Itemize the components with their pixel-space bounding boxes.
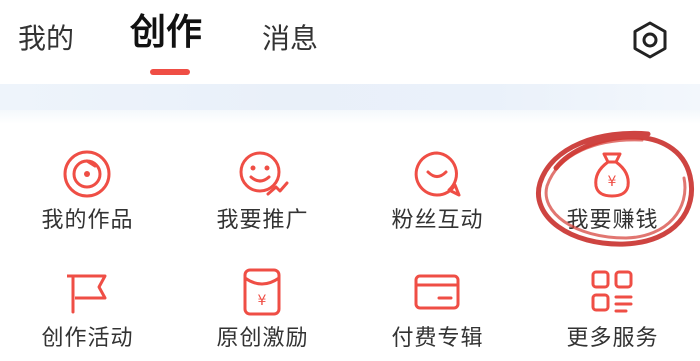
grid-item-label: 粉丝互动 [391, 208, 484, 233]
money-bag-icon: ¥ [594, 152, 630, 198]
red-envelope-icon: ¥ [243, 268, 281, 316]
grid-item-creation-events[interactable]: 创作活动 [0, 246, 175, 356]
tab-create[interactable]: 创作 [130, 15, 202, 51]
grid-item-label: 我要推广 [216, 208, 309, 233]
svg-text:¥: ¥ [608, 174, 617, 190]
flag-icon [67, 274, 107, 314]
grid-item-label: 我的作品 [41, 208, 134, 233]
card-icon [414, 274, 460, 310]
gear-icon [633, 21, 667, 59]
banner-fade [0, 110, 700, 124]
banner-strip [0, 84, 700, 110]
grid-item-more-services[interactable]: 更多服务 [525, 246, 700, 356]
grid-item-label: 更多服务 [566, 326, 659, 351]
grid-item-my-works[interactable]: 我的作品 [0, 128, 175, 238]
grid-item-fan-interaction[interactable]: 粉丝互动 [350, 128, 525, 238]
creator-service-grid: 我的作品 我要推广 粉丝互动 ¥ 我要赚钱 创作活动 ¥ 原创激励 付费专辑 更… [0, 128, 700, 361]
grid-item-promote[interactable]: 我要推广 [175, 128, 350, 238]
grid-item-label: 我要赚钱 [566, 208, 659, 233]
grid-item-label: 原创激励 [216, 326, 309, 351]
grid-apps-icon [591, 270, 633, 313]
grid-item-paid-album[interactable]: 付费专辑 [350, 246, 525, 356]
grid-item-original-incentive[interactable]: ¥ 原创激励 [175, 246, 350, 356]
active-tab-indicator [150, 69, 190, 75]
tab-mine[interactable]: 我的 [18, 22, 74, 56]
settings-button[interactable] [630, 20, 670, 60]
tab-messages[interactable]: 消息 [262, 22, 318, 56]
top-tab-bar: 我的 创作 消息 [0, 0, 700, 84]
disc-icon [63, 150, 111, 198]
smile-promote-icon [239, 151, 289, 196]
grid-item-label: 创作活动 [41, 326, 134, 351]
svg-text:¥: ¥ [258, 293, 267, 309]
grid-item-earn-money[interactable]: ¥ 我要赚钱 [525, 128, 700, 238]
chat-smile-icon [414, 151, 461, 197]
grid-item-label: 付费专辑 [391, 326, 484, 351]
